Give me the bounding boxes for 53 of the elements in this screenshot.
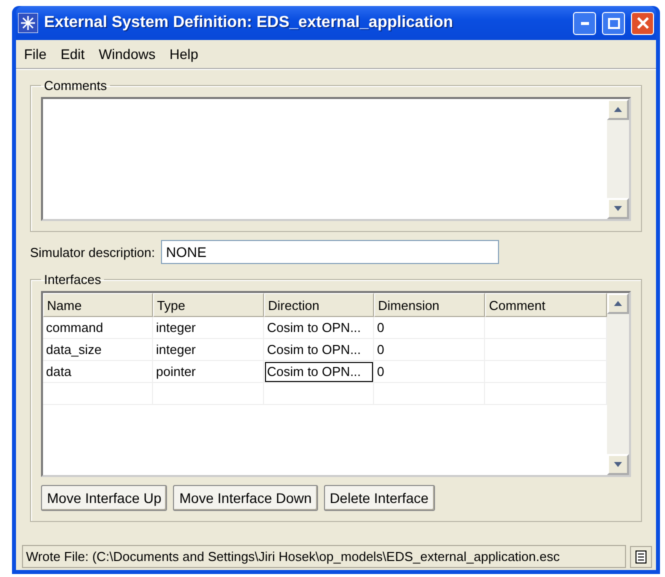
scroll-up-icon: [614, 301, 622, 306]
group-label: Interfaces: [43, 272, 102, 287]
action-button[interactable]: Delete Interface: [324, 485, 435, 511]
scroll-up-button[interactable]: [607, 293, 629, 314]
table-cell[interactable]: [374, 383, 485, 405]
maximize-icon: [608, 18, 620, 28]
action-button[interactable]: Move Interface Down: [173, 485, 318, 511]
group-label: Comments: [43, 78, 108, 93]
maximize-button[interactable]: [602, 12, 625, 34]
scroll-down-icon: [614, 462, 622, 467]
menu-item[interactable]: Edit: [60, 46, 85, 62]
star-icon: [18, 13, 38, 33]
comments-field[interactable]: [41, 97, 631, 221]
scroll-down-button[interactable]: [607, 454, 629, 475]
column-header[interactable]: Direction: [264, 293, 374, 317]
column-header[interactable]: Type: [153, 293, 264, 317]
table-cell[interactable]: pointer: [153, 361, 264, 383]
table-cell[interactable]: [264, 383, 374, 405]
table-cell[interactable]: Cosim to OPN...: [264, 339, 374, 361]
table-cell[interactable]: integer: [153, 317, 264, 339]
cell-editor[interactable]: Cosim to OPN...: [264, 361, 374, 383]
window-title: External System Definition: EDS_external_application: [44, 14, 454, 32]
menu-item[interactable]: Help: [169, 46, 198, 62]
action-button[interactable]: Move Interface Up: [41, 485, 168, 511]
scroll-down-button[interactable]: [607, 198, 629, 219]
scroll-down-icon: [614, 206, 622, 211]
status-text: Wrote File: (C:\Documents and Settings\Jiri Hosek\op_models\EDS_external_application.esc: [22, 545, 626, 568]
document-icon[interactable]: [630, 546, 652, 568]
menu-item[interactable]: File: [24, 46, 47, 62]
table-cell[interactable]: data_size: [43, 339, 153, 361]
column-header[interactable]: Comment: [485, 293, 607, 317]
table-cell[interactable]: data: [43, 361, 153, 383]
table-cell[interactable]: [153, 383, 264, 405]
scrollbar[interactable]: [607, 99, 629, 219]
column-header[interactable]: Dimension: [374, 293, 485, 317]
table-cell[interactable]: 0: [374, 339, 485, 361]
table-cell[interactable]: Cosim to OPN...: [264, 317, 374, 339]
column-header[interactable]: Name: [43, 293, 153, 317]
table-cell[interactable]: [43, 383, 153, 405]
scroll-up-button[interactable]: [607, 99, 629, 120]
minimize-button[interactable]: [573, 12, 596, 34]
scroll-up-icon: [614, 107, 622, 112]
table-cell[interactable]: 0: [374, 361, 485, 383]
close-icon: [636, 17, 648, 29]
table-cell[interactable]: integer: [153, 339, 264, 361]
menu-item[interactable]: Windows: [98, 46, 156, 62]
close-button[interactable]: [631, 12, 654, 34]
minimize-icon: [580, 22, 588, 24]
scrollbar[interactable]: [607, 293, 629, 475]
table-cell[interactable]: 0: [374, 317, 485, 339]
table-cell[interactable]: command: [43, 317, 153, 339]
field-label: Simulator description:: [30, 244, 155, 260]
simulator-field[interactable]: NONE: [161, 240, 499, 264]
